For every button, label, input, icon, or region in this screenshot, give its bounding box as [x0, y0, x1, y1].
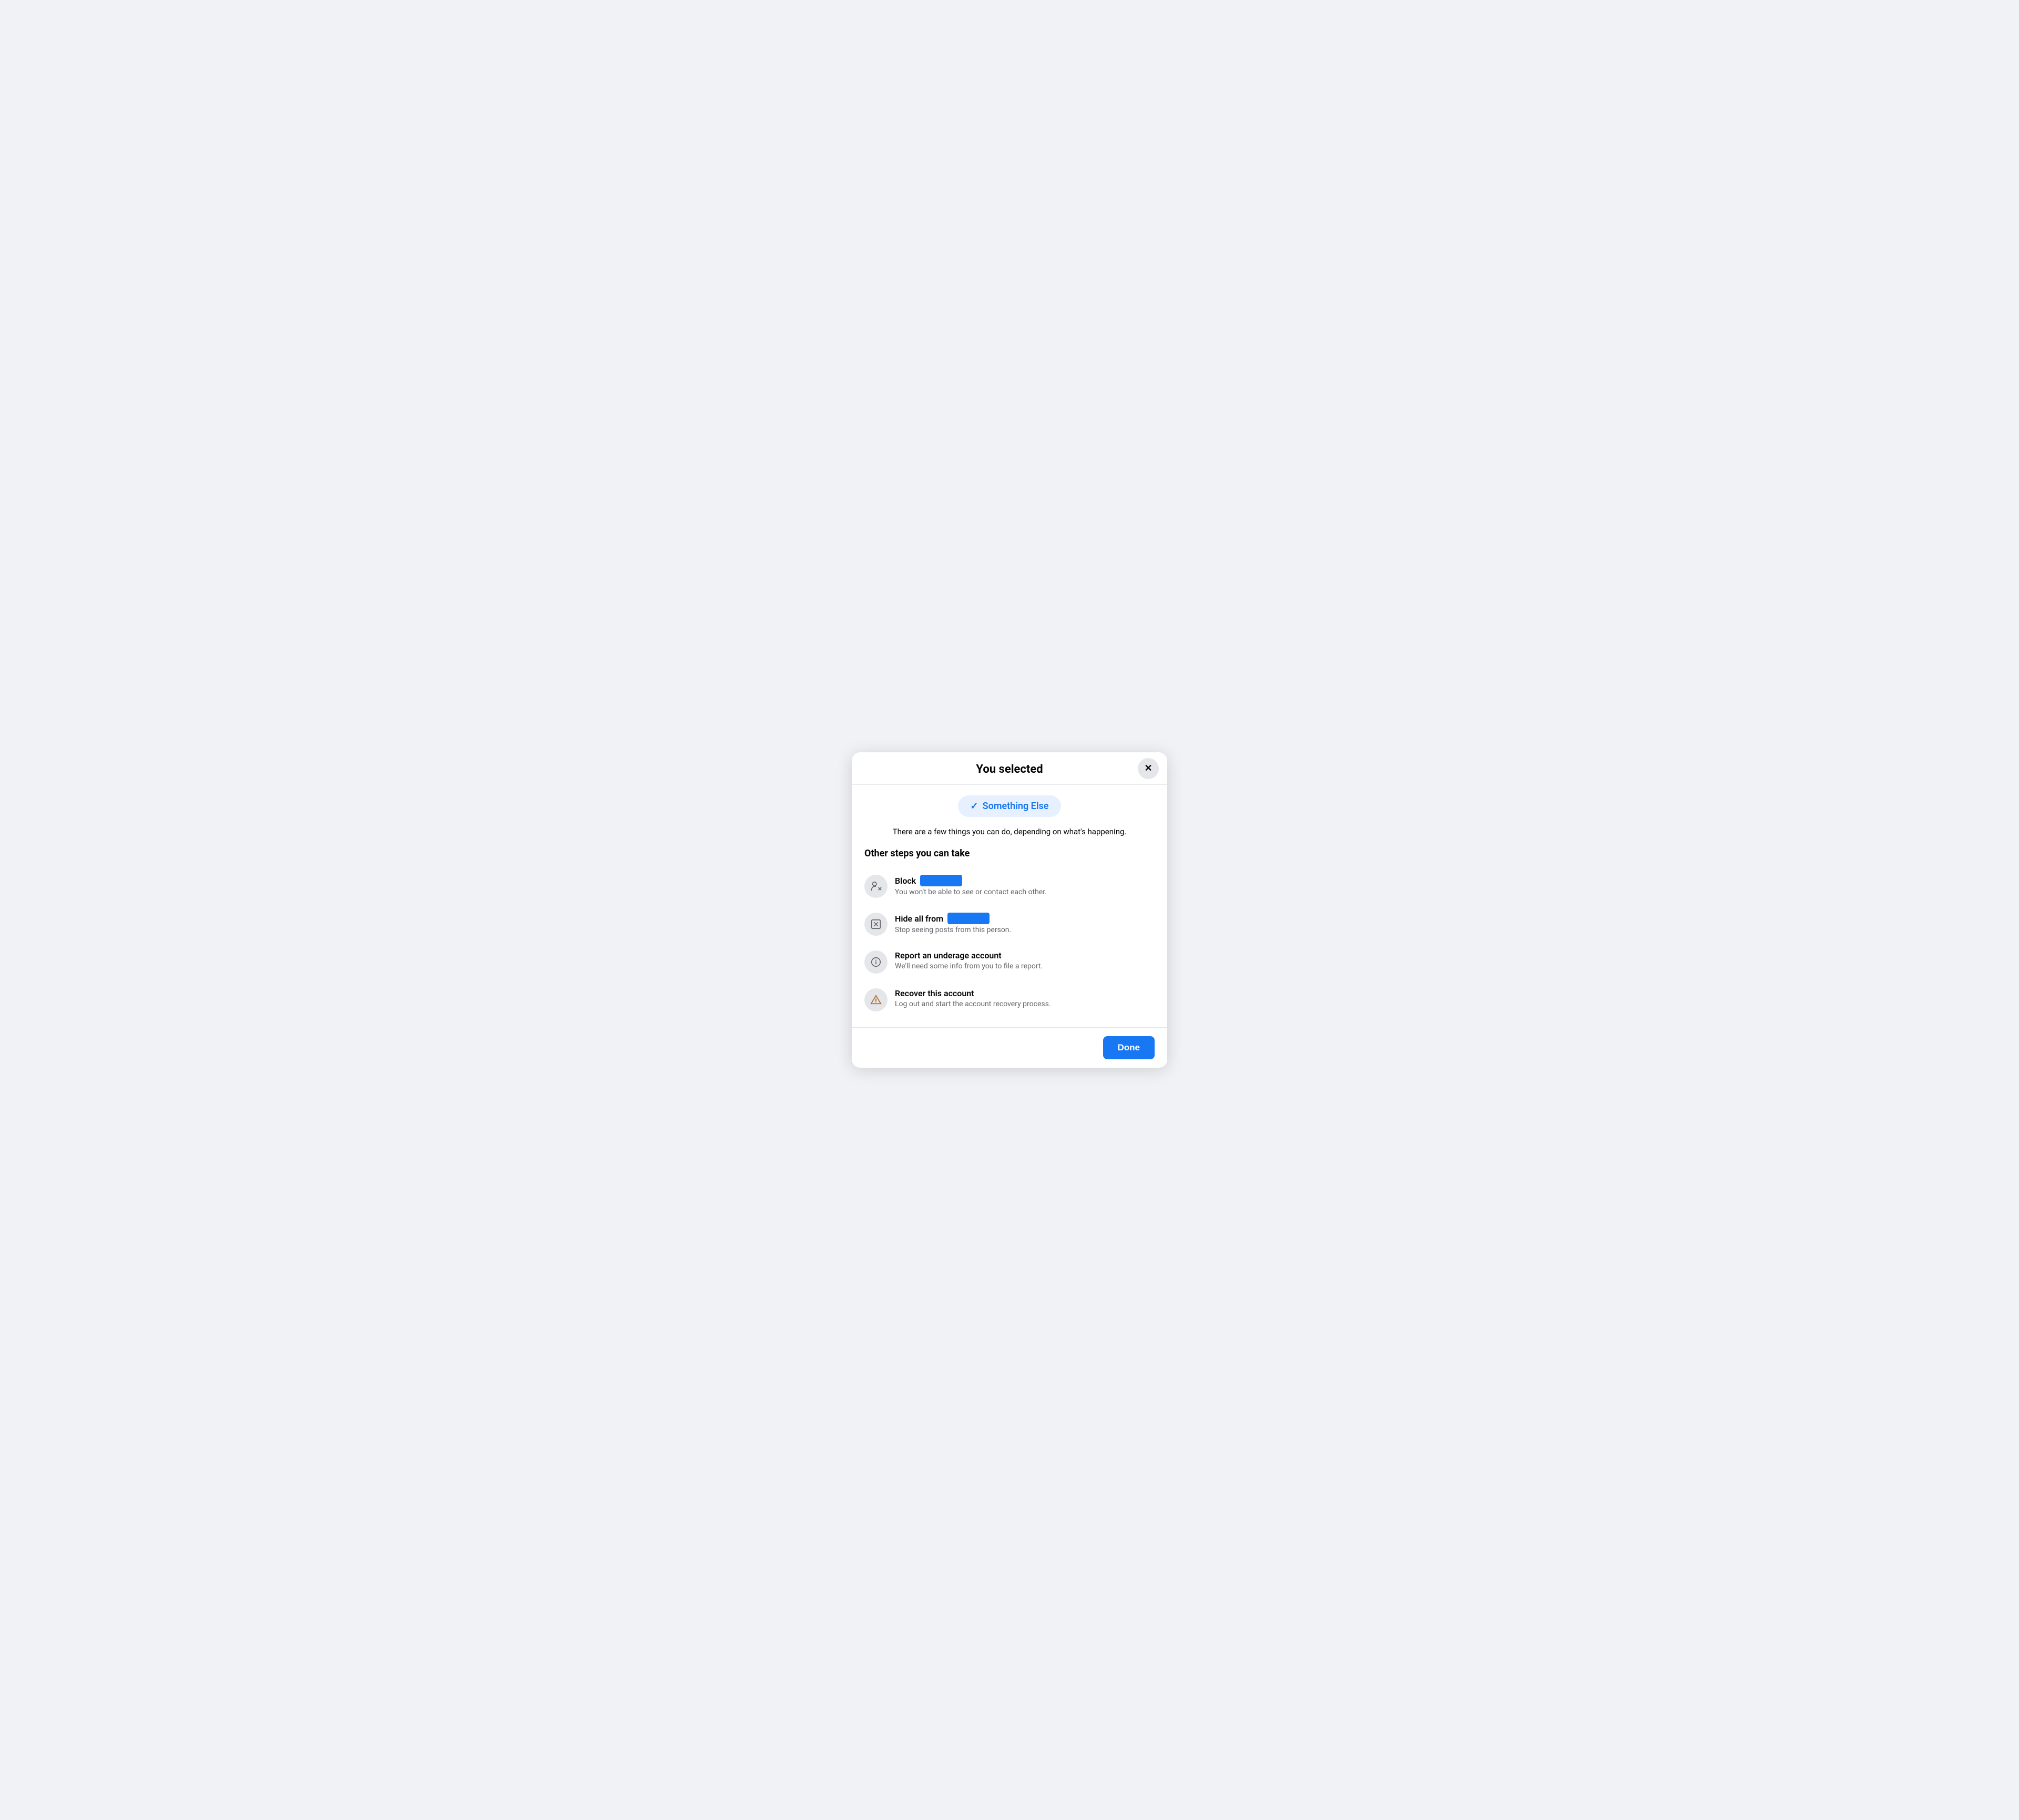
hide-box-icon	[864, 913, 888, 936]
action-list: Block You won't be able to see or contac…	[864, 867, 1155, 1019]
modal-header: You selected ✕	[852, 752, 1167, 785]
action-item-report-underage[interactable]: Report an underage account We'll need so…	[864, 943, 1155, 981]
warning-icon	[864, 988, 888, 1011]
action-content-hide: Hide all from Stop seeing posts from thi…	[895, 913, 1155, 936]
action-desc-block: You won't be able to see or contact each…	[895, 887, 1155, 898]
close-button[interactable]: ✕	[1138, 758, 1159, 779]
selection-badge-container: ✓ Something Else	[864, 795, 1155, 817]
modal-container: You selected ✕ ✓ Something Else There ar…	[852, 752, 1167, 1068]
modal-title: You selected	[976, 763, 1043, 776]
modal-footer: Done	[852, 1027, 1167, 1068]
checkmark-icon: ✓	[971, 801, 978, 812]
action-item-block[interactable]: Block You won't be able to see or contac…	[864, 867, 1155, 905]
selection-label: Something Else	[983, 801, 1049, 812]
action-title-block: Block	[895, 875, 1155, 886]
action-desc-report-underage: We'll need some info from you to file a …	[895, 962, 1155, 972]
action-item-recover[interactable]: Recover this account Log out and start t…	[864, 981, 1155, 1019]
action-title-hide: Hide all from	[895, 913, 1155, 924]
section-title: Other steps you can take	[864, 848, 1155, 859]
action-content-report-underage: Report an underage account We'll need so…	[895, 950, 1155, 972]
action-desc-hide: Stop seeing posts from this person.	[895, 925, 1155, 936]
done-button[interactable]: Done	[1103, 1036, 1155, 1059]
close-icon: ✕	[1144, 763, 1152, 774]
action-title-report-underage: Report an underage account	[895, 950, 1155, 960]
action-desc-recover: Log out and start the account recovery p…	[895, 999, 1155, 1010]
redacted-name-hide	[947, 913, 990, 924]
selection-badge: ✓ Something Else	[958, 795, 1062, 817]
block-person-icon	[864, 875, 888, 898]
modal-body: ✓ Something Else There are a few things …	[852, 785, 1167, 1027]
action-item-hide[interactable]: Hide all from Stop seeing posts from thi…	[864, 905, 1155, 943]
action-content-recover: Recover this account Log out and start t…	[895, 988, 1155, 1010]
action-title-recover: Recover this account	[895, 988, 1155, 998]
redacted-name-block	[920, 875, 962, 886]
description-text: There are a few things you can do, depen…	[864, 826, 1155, 837]
action-content-block: Block You won't be able to see or contac…	[895, 875, 1155, 898]
info-icon	[864, 950, 888, 974]
